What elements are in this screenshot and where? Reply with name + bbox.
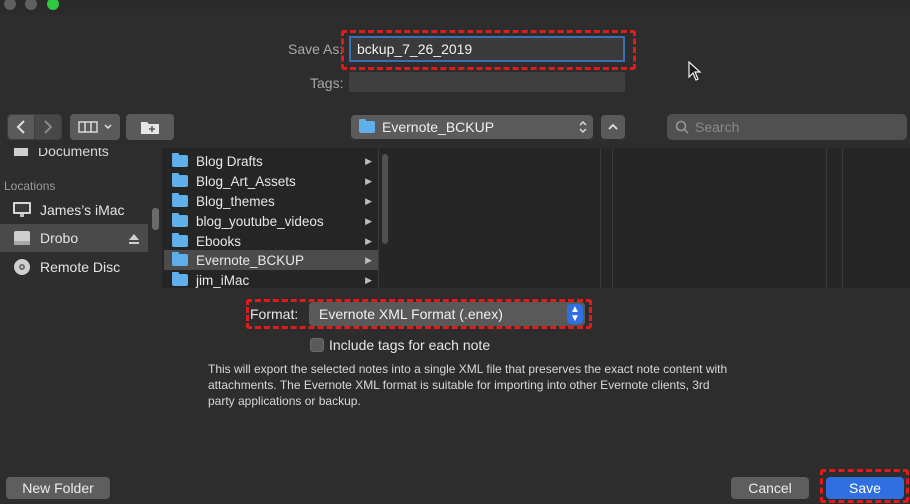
list-item-label: Blog_themes: [196, 193, 275, 209]
cancel-button[interactable]: Cancel: [731, 477, 809, 499]
column-divider[interactable]: [600, 148, 601, 288]
disclosure-arrow-icon: ▶: [365, 235, 372, 246]
list-item[interactable]: Blog Drafts ▶: [164, 151, 378, 171]
folder-icon: [172, 252, 188, 266]
include-tags-checkbox[interactable]: [310, 338, 324, 352]
search-icon: [675, 120, 689, 134]
zoom-window-button[interactable]: [47, 0, 59, 10]
sidebar-item-label: James’s iMac: [40, 202, 125, 218]
chevron-right-icon: [44, 120, 53, 134]
column-scrollbar[interactable]: [382, 154, 388, 244]
include-tags-label: Include tags for each note: [329, 337, 491, 353]
sidebar-item-drobo[interactable]: Drobo: [12, 226, 78, 250]
eject-icon[interactable]: [128, 233, 140, 245]
disclosure-arrow-icon: ▶: [365, 215, 372, 226]
format-select[interactable]: Evernote XML Format (.enex) ▲ ▼: [309, 302, 585, 326]
folder-icon: [172, 193, 188, 207]
sidebar-item-imac[interactable]: James’s iMac: [12, 198, 125, 222]
tags-input[interactable]: [349, 72, 625, 92]
location-label: Evernote_BCKUP: [382, 119, 495, 135]
location-popup[interactable]: Evernote_BCKUP: [351, 115, 593, 139]
disclosure-arrow-icon: ▶: [365, 274, 372, 285]
folder-icon: [172, 233, 188, 247]
list-item-label: Ebooks: [196, 233, 242, 249]
folder-icon: [172, 173, 188, 187]
chevron-up-icon: [608, 123, 618, 130]
disclosure-arrow-icon: ▶: [365, 254, 372, 265]
sidebar-item-documents[interactable]: Documents: [14, 148, 109, 159]
sidebar-item-remote-disc[interactable]: Remote Disc: [12, 255, 120, 279]
folder-icon: [359, 119, 375, 133]
list-item[interactable]: blog_youtube_videos ▶: [164, 211, 378, 231]
file-browser: Documents Locations James’s iMac Drobo R…: [0, 148, 910, 288]
save-as-input[interactable]: [349, 36, 625, 62]
list-item[interactable]: jim_iMac ▶: [164, 270, 378, 288]
disclosure-arrow-icon: ▶: [365, 195, 372, 206]
search-placeholder: Search: [695, 119, 740, 135]
title-bar: [0, 0, 910, 14]
format-label: Format:: [250, 306, 299, 322]
updown-chevron-icon: [579, 121, 587, 133]
list-item[interactable]: Ebooks ▶: [164, 231, 378, 251]
save-as-label: Save As:: [288, 41, 344, 57]
updown-chevron-icon: ▲ ▼: [567, 304, 583, 324]
column-divider[interactable]: [842, 148, 843, 288]
sidebar-item-label: Drobo: [40, 230, 79, 246]
format-description: This will export the selected notes into…: [208, 362, 728, 408]
mouse-cursor-icon: [688, 61, 702, 81]
list-item[interactable]: Blog_themes ▶: [164, 191, 378, 211]
sidebar-item-label: Remote Disc: [40, 259, 121, 275]
sidebar: Documents Locations James’s iMac Drobo R…: [0, 148, 162, 288]
column-divider[interactable]: [826, 148, 827, 288]
tags-label: Tags:: [310, 75, 344, 91]
chevron-left-icon: [16, 120, 25, 134]
disc-icon: [14, 259, 30, 275]
back-forward-group: [7, 114, 62, 140]
documents-icon: [14, 148, 28, 156]
sidebar-section-locations: Locations: [4, 179, 56, 193]
close-window-button[interactable]: [4, 0, 16, 10]
folder-column: Blog Drafts ▶ Blog_Art_Assets ▶ Blog_theme…: [164, 148, 378, 288]
list-item-selected[interactable]: Evernote_BCKUP ▶: [164, 250, 378, 270]
expand-collapse-button[interactable]: [601, 115, 625, 139]
new-folder-button[interactable]: New Folder: [6, 477, 110, 499]
folder-add-icon: [141, 122, 159, 134]
column-divider[interactable]: [378, 148, 379, 288]
search-field[interactable]: Search: [667, 114, 907, 140]
back-button[interactable]: [8, 115, 34, 139]
minimize-window-button[interactable]: [25, 0, 37, 10]
column-view-icon: [78, 121, 98, 133]
chevron-down-icon: [104, 124, 112, 130]
format-value: Evernote XML Format (.enex): [319, 306, 503, 322]
list-item-label: Evernote_BCKUP: [196, 252, 305, 268]
folder-icon: [172, 153, 188, 167]
column-divider[interactable]: [612, 148, 613, 288]
forward-button[interactable]: [35, 115, 61, 139]
view-options-button[interactable]: [70, 114, 120, 140]
drive-icon: [14, 231, 30, 245]
save-button[interactable]: Save: [826, 477, 904, 499]
list-item-label: Blog_Art_Assets: [196, 173, 296, 189]
sidebar-scrollbar[interactable]: [152, 208, 159, 230]
list-item-label: jim_iMac: [196, 272, 250, 288]
list-item-label: blog_youtube_videos: [196, 213, 324, 229]
new-folder-toolbar-button[interactable]: [126, 114, 174, 140]
disclosure-arrow-icon: ▶: [365, 155, 372, 166]
list-item-label: Blog Drafts: [196, 153, 263, 169]
folder-icon: [172, 213, 188, 227]
list-item[interactable]: Blog_Art_Assets ▶: [164, 171, 378, 191]
sidebar-item-label: Documents: [38, 148, 109, 159]
imac-icon: [13, 202, 31, 217]
disclosure-arrow-icon: ▶: [365, 175, 372, 186]
folder-icon: [172, 272, 188, 286]
